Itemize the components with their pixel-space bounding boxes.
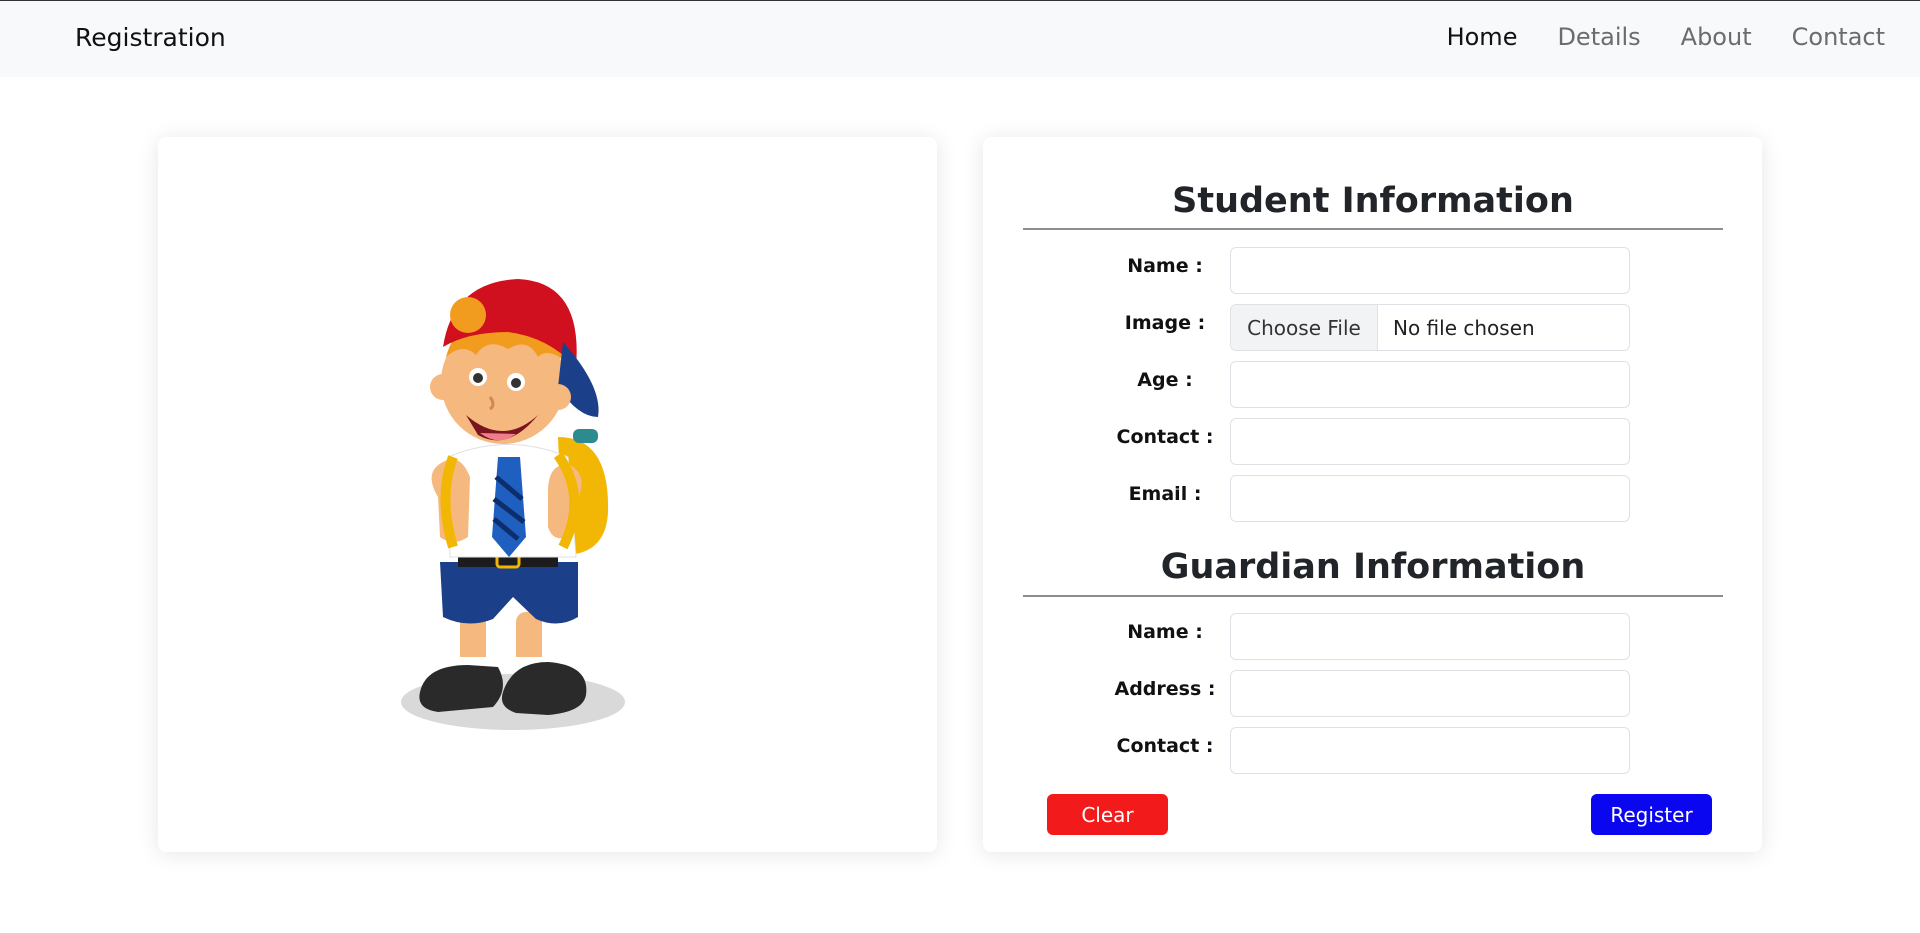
nav-about[interactable]: About xyxy=(1681,23,1752,51)
student-section-title: Student Information xyxy=(1172,181,1574,221)
guardian-section-title: Guardian Information xyxy=(1160,547,1586,587)
guardian-section-divider xyxy=(1023,595,1723,597)
choose-file-button[interactable]: Choose File xyxy=(1231,305,1378,350)
student-age-input[interactable] xyxy=(1230,361,1630,408)
student-name-input[interactable] xyxy=(1230,247,1630,294)
student-image-file-input[interactable]: Choose File No file chosen xyxy=(1230,304,1630,351)
nav-links: Home Details About Contact xyxy=(1447,23,1885,51)
student-email-input[interactable] xyxy=(1230,475,1630,522)
register-button[interactable]: Register xyxy=(1591,794,1712,835)
guardian-name-input[interactable] xyxy=(1230,613,1630,660)
schoolboy-illustration xyxy=(401,279,625,730)
registration-form-card: Student Information Name : Image : Choos… xyxy=(983,137,1762,852)
student-contact-input[interactable] xyxy=(1230,418,1630,465)
student-section-divider xyxy=(1023,228,1723,230)
guardian-contact-input[interactable] xyxy=(1230,727,1630,774)
file-status-text: No file chosen xyxy=(1393,315,1535,340)
nav-home[interactable]: Home xyxy=(1447,23,1518,51)
brand-link[interactable]: Registration xyxy=(75,23,226,52)
navbar: Registration Home Details About Contact xyxy=(0,0,1920,77)
guardian-address-input[interactable] xyxy=(1230,670,1630,717)
clear-button[interactable]: Clear xyxy=(1047,794,1168,835)
nav-details[interactable]: Details xyxy=(1557,23,1640,51)
nav-contact[interactable]: Contact xyxy=(1792,23,1885,51)
illustration-card xyxy=(158,137,937,852)
